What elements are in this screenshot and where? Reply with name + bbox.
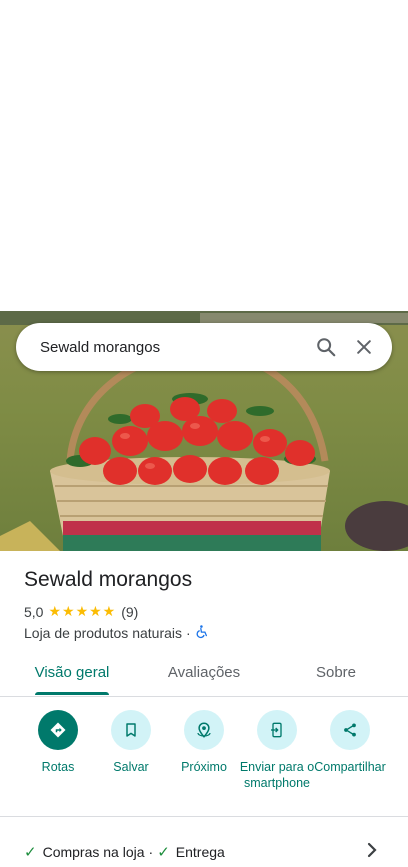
search-bar[interactable]: Sewald morangos [16, 323, 392, 371]
category-separator: · [186, 625, 191, 641]
review-count[interactable]: (9) [121, 604, 138, 620]
map-blank-area [0, 0, 408, 311]
place-title: Sewald morangos [24, 568, 193, 591]
rating-value: 5,0 [24, 603, 44, 620]
share-label: Compartilhar [314, 760, 386, 774]
send-to-phone-icon [257, 710, 297, 750]
save-button[interactable]: Salvar [93, 708, 169, 775]
service-separator: · [148, 844, 154, 860]
section-divider [0, 816, 408, 817]
service-options-row[interactable]: ✓ Compras na loja · ✓ Entrega [24, 843, 225, 861]
rating-row[interactable]: 5,0 ★★★★★ (9) [24, 603, 138, 620]
close-icon[interactable] [352, 335, 376, 359]
nearby-button[interactable]: Próximo [166, 708, 242, 775]
send-to-phone-label: Enviar para o smartphone [239, 760, 315, 790]
directions-button[interactable]: Rotas [20, 708, 96, 775]
directions-icon [38, 710, 78, 750]
service-in-store: Compras na loja [42, 844, 145, 860]
category-row: Loja de produtos naturais · [24, 624, 209, 642]
chevron-right-icon[interactable] [364, 840, 380, 862]
nearby-label: Próximo [181, 760, 227, 774]
check-icon: ✓ [24, 844, 37, 861]
service-delivery: Entrega [175, 844, 225, 860]
star-rating-icon: ★★★★★ [48, 603, 117, 619]
share-button[interactable]: Compartilhar [312, 708, 388, 775]
search-icon[interactable] [314, 335, 338, 359]
place-category: Loja de produtos naturais [24, 625, 182, 641]
place-tabs: Visão geral Avaliações Sobre [0, 648, 408, 697]
send-to-phone-button[interactable]: Enviar para o smartphone [239, 708, 315, 791]
directions-label: Rotas [41, 760, 75, 774]
tab-about[interactable]: Sobre [300, 648, 372, 696]
active-tab-indicator [35, 692, 109, 695]
tab-overview[interactable]: Visão geral [26, 648, 118, 696]
wheelchair-accessible-icon [195, 624, 209, 642]
share-icon [330, 710, 370, 750]
search-query-text[interactable]: Sewald morangos [40, 339, 314, 356]
check-icon: ✓ [157, 844, 170, 861]
save-label: Salvar [113, 760, 149, 774]
tab-reviews[interactable]: Avaliações [156, 648, 252, 696]
bookmark-icon [111, 710, 151, 750]
nearby-icon [184, 710, 224, 750]
action-buttons: Rotas Salvar Próximo Enviar para o smart… [0, 708, 408, 818]
